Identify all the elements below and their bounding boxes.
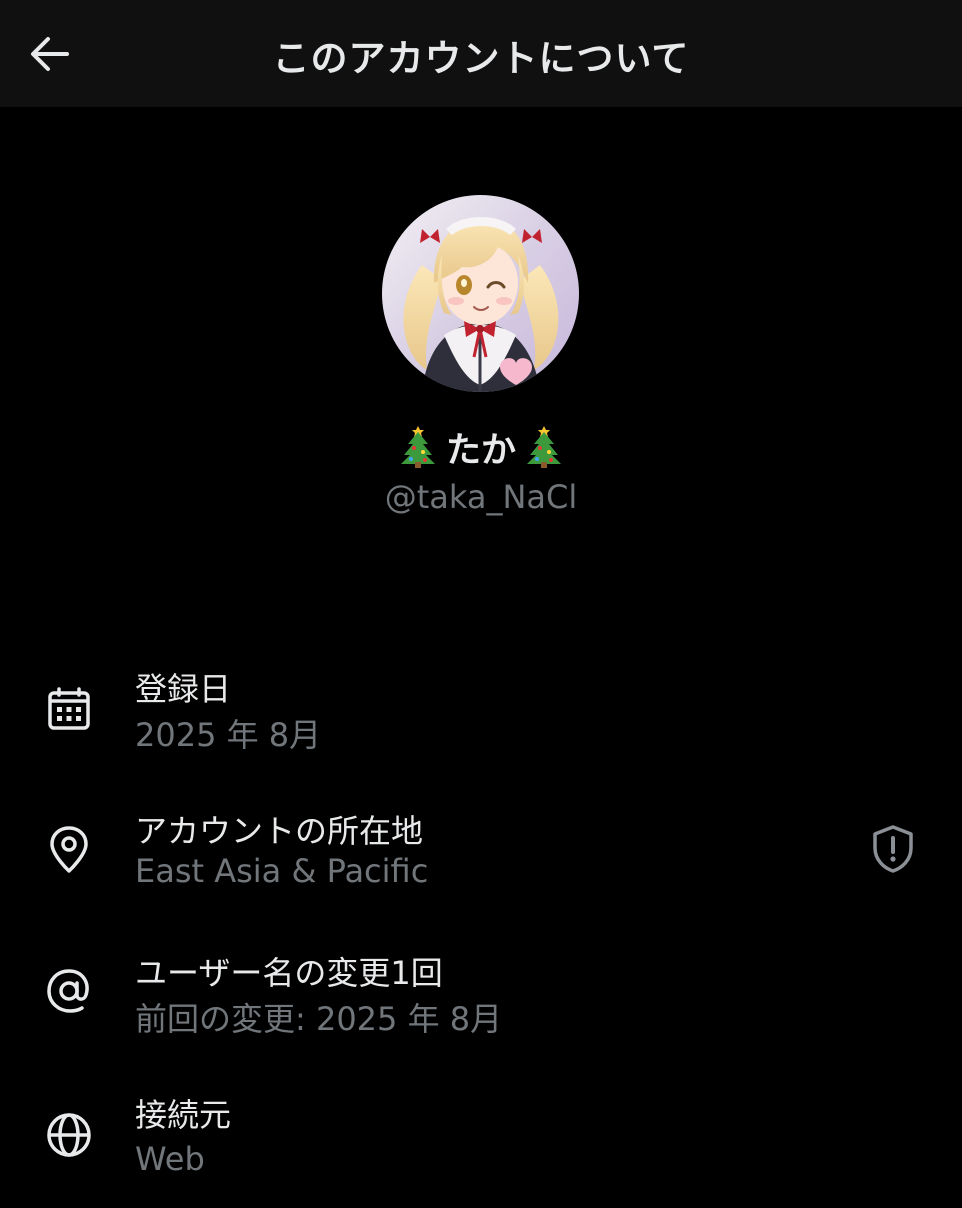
christmas-tree-icon: [527, 426, 561, 468]
info-row-location: アカウントの所在地 East Asia & Pacific: [0, 802, 962, 922]
christmas-tree-icon: [400, 426, 435, 468]
info-value: East Asia & Pacific: [135, 852, 429, 890]
info-value: 2025 年 8月: [135, 716, 322, 754]
info-label: ユーザー名の変更1回: [135, 954, 443, 992]
display-name-text: たか: [445, 431, 516, 471]
location-pin-icon: [42, 823, 96, 877]
info-row-joined: 登録日 2025 年 8月: [0, 660, 962, 780]
calendar-icon: [42, 682, 96, 736]
info-row-username-changes: ユーザー名の変更1回 前回の変更: 2025 年 8月: [0, 944, 962, 1064]
avatar[interactable]: [382, 195, 579, 392]
info-label: 接続元: [135, 1096, 232, 1134]
info-label: 登録日: [135, 670, 232, 708]
at-sign-icon: [42, 964, 96, 1018]
avatar-image: [382, 195, 579, 392]
display-name: たか: [0, 422, 962, 473]
user-handle: @taka_NaCl: [384, 478, 578, 516]
page-title: このアカウントについて: [272, 37, 690, 80]
shield-alert-icon: [873, 825, 913, 873]
info-value: 前回の変更: 2025 年 8月: [135, 1000, 503, 1038]
globe-icon: [42, 1108, 96, 1162]
location-info-button[interactable]: [866, 822, 920, 876]
info-label: アカウントの所在地: [135, 812, 424, 850]
top-app-bar: このアカウントについて: [0, 0, 962, 107]
info-value: Web: [135, 1140, 205, 1178]
info-row-connected-via: 接続元 Web: [0, 1088, 962, 1208]
